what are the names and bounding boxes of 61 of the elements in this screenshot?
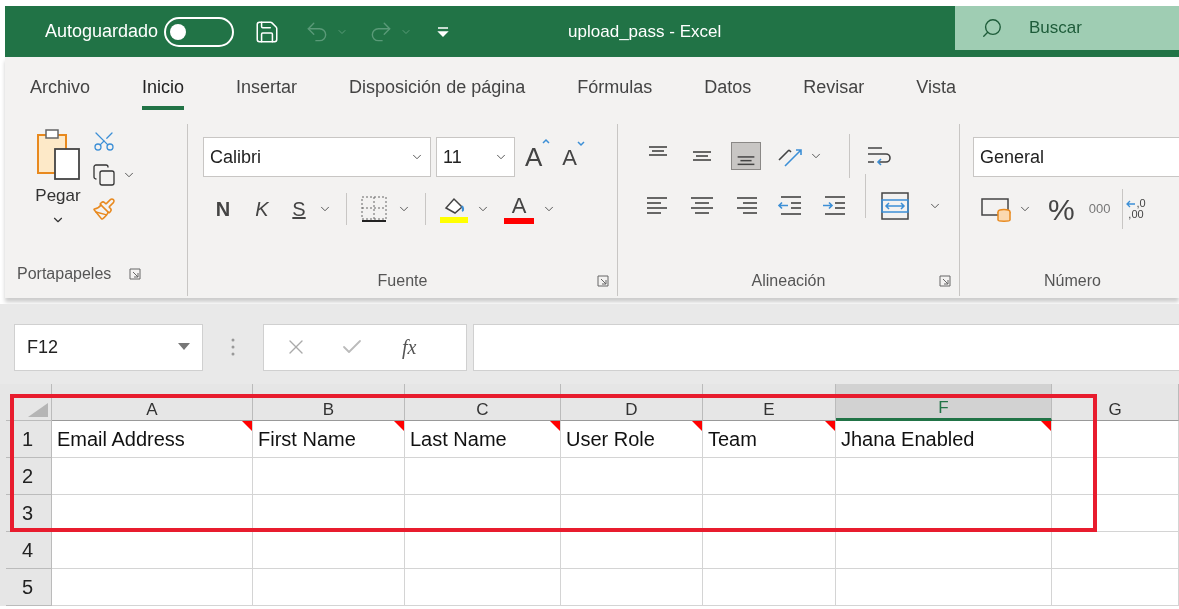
group-label: Portapapeles [17,264,112,284]
search-label: Buscar [1029,17,1082,40]
shrink-font-button[interactable]: A [562,140,586,174]
arrow-left-icon [1126,199,1137,208]
window-title: upload_pass - Excel [568,20,722,43]
align-bottom-icon[interactable] [731,142,761,170]
ribbon-tab[interactable]: Vista [916,69,956,110]
autosave-toggle[interactable] [164,16,235,47]
font-size-field[interactable]: 11 [436,137,515,177]
font-color-button[interactable]: A [504,194,534,224]
customize-toolbar-icon[interactable] [436,24,451,39]
dialog-launcher-icon[interactable] [939,275,951,287]
format-painter-icon[interactable] [92,197,116,221]
table-cell: First Name [253,421,405,458]
increase-decimal-button[interactable]: ,0 ,00 [1126,198,1146,220]
bold-button[interactable]: N [210,194,236,224]
ribbon-tab[interactable]: Insertar [236,69,298,110]
name-box[interactable]: F12 [14,323,203,371]
underline-button[interactable]: S [290,194,308,224]
percent-style-button[interactable]: % [1048,186,1075,232]
select-all-triangle-icon [28,403,48,417]
number-format-field[interactable]: General [973,137,1179,177]
table-cell: Email Address [52,421,253,458]
search-box[interactable]: Buscar [955,6,1179,50]
clipboard-icon [35,127,81,181]
formula-input[interactable] [473,323,1179,371]
group-label: Fuente [377,271,428,291]
caret-up-icon [542,137,551,144]
table-cell: User Role [561,421,703,458]
dialog-launcher-icon[interactable] [129,268,142,280]
group-label: Número [1044,271,1101,291]
more-options-icon[interactable] [231,338,235,356]
grow-font-button[interactable]: A [525,137,551,177]
ribbon-tab[interactable]: Inicio [142,69,185,110]
ribbon-tab[interactable]: Disposición de página [349,69,526,110]
search-icon [981,17,1003,39]
merge-cells-icon[interactable] [880,191,910,221]
paste-button[interactable]: Pegar [30,127,86,259]
ribbon-tab[interactable]: Revisar [803,69,865,110]
ribbon-tab[interactable]: Fórmulas [577,69,653,110]
row-header[interactable]: 4 [6,532,52,569]
thousands-separator-button[interactable]: 000 [1088,199,1111,219]
table-cell: Team [703,421,836,458]
row-header[interactable]: 2 [6,458,52,495]
copy-icon[interactable] [92,163,116,187]
insert-function-button[interactable]: fx [402,332,417,362]
row-header[interactable]: 5 [6,569,52,606]
table-cell: Last Name [405,421,561,458]
table-cell: Jhana Enabled [836,421,1052,458]
ribbon-tab[interactable]: Datos [704,69,752,110]
dropdown-triangle-icon[interactable] [178,343,190,351]
row-header[interactable]: 1 [6,421,52,458]
borders-icon[interactable] [359,194,389,224]
autosave-label: Autoguardado [45,20,159,43]
dialog-launcher-icon[interactable] [597,275,609,287]
caret-down-icon [577,140,586,147]
group-label: Alineación [751,271,826,291]
italic-button[interactable]: K [252,194,272,224]
save-icon[interactable] [254,18,281,45]
ribbon-tab[interactable]: Archivo [30,69,91,110]
font-name-field[interactable]: Calibri [203,137,431,177]
